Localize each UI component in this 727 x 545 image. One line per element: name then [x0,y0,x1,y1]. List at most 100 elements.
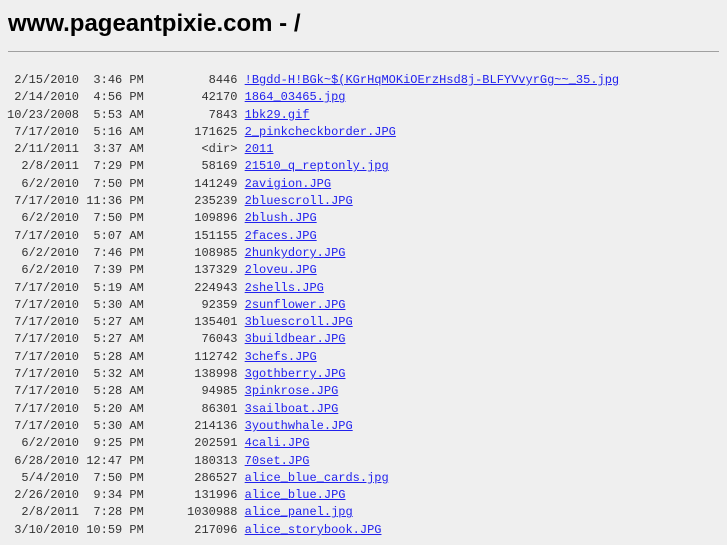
entry-time: 5:27 AM [86,332,144,347]
entry-date: 2/26/2010 [7,488,80,503]
entry-link[interactable]: 4cali.JPG [245,436,310,450]
entry-date: 2/15/2010 [7,73,80,87]
entry-date: 7/17/2010 [7,194,80,209]
entry-size: 141249 [151,176,238,191]
list-item: 6/2/2010 7:39 PM 137329 2loveu.JPG [7,262,619,279]
entry-link[interactable]: 21510_q_reptonly.jpg [245,159,389,173]
entry-time: 5:30 AM [86,297,144,312]
entry-link[interactable]: 3pinkrose.JPG [245,384,339,398]
list-item: 7/17/2010 5:30 AM 92359 2sunflower.JPG [7,297,619,314]
entry-link[interactable]: 2blush.JPG [245,211,317,225]
entry-time: 7:50 PM [86,470,144,485]
divider [8,51,719,52]
entry-size: 92359 [151,297,238,312]
entry-size: 180313 [151,453,238,468]
entry-size: 86301 [151,401,238,416]
entry-size: 137329 [151,263,238,278]
entry-link[interactable]: 70set.JPG [245,454,310,468]
entry-size: 112742 [151,349,238,364]
entry-date: 2/11/2011 [7,142,80,157]
entry-time: 7:50 PM [86,211,144,226]
entry-size: 224943 [151,280,238,295]
entry-size: 202591 [151,436,238,451]
entry-time: 5:28 AM [86,349,144,364]
entry-size: 76043 [151,332,238,347]
entry-link[interactable]: 3buildbear.JPG [245,332,346,346]
entry-date: 6/2/2010 [7,211,80,226]
entry-date: 6/28/2010 [7,453,80,468]
entry-link[interactable]: 3sailboat.JPG [245,402,339,416]
entry-date: 6/2/2010 [7,263,80,278]
list-item: 2/15/2010 3:46 PM 8446 !Bgdd-H!BGk~$(KGr… [7,72,619,89]
entry-date: 7/17/2010 [7,315,80,330]
entry-time: 10:59 PM [86,522,144,537]
entry-link[interactable]: 2011 [245,142,274,156]
entry-size: 58169 [151,159,238,174]
entry-time: 5:32 AM [86,367,144,382]
entry-date: 7/17/2010 [7,349,80,364]
entry-date: 6/2/2010 [7,245,80,260]
entry-link[interactable]: 2faces.JPG [245,229,317,243]
entry-link[interactable]: alice_blue_cards.jpg [245,471,389,485]
entry-link[interactable]: 3gothberry.JPG [245,367,346,381]
list-item: 6/2/2010 7:46 PM 108985 2hunkydory.JPG [7,245,619,262]
entry-link[interactable]: 2sunflower.JPG [245,298,346,312]
entry-link[interactable]: alice_blue.JPG [245,488,346,502]
entry-time: 7:46 PM [86,245,144,260]
entry-time: 4:56 PM [86,90,144,105]
entry-date: 6/2/2010 [7,176,80,191]
entry-link[interactable]: 2bluescroll.JPG [245,194,353,208]
entry-size: 7843 [151,107,238,122]
entry-size: 151155 [151,228,238,243]
entry-date: 7/17/2010 [7,332,80,347]
entry-date: 2/14/2010 [7,90,80,105]
entry-link[interactable]: 3chefs.JPG [245,350,317,364]
entry-time: 7:50 PM [86,176,144,191]
entry-time: 12:47 PM [86,453,144,468]
entry-link[interactable]: 2hunkydory.JPG [245,246,346,260]
entry-size: 135401 [151,315,238,330]
entry-time: 5:16 AM [86,124,144,139]
list-item: 6/2/2010 7:50 PM 109896 2blush.JPG [7,210,619,227]
entry-link[interactable]: 2shells.JPG [245,281,324,295]
page-title: www.pageantpixie.com - / [8,10,301,37]
entry-link[interactable]: 1864_03465.jpg [245,90,346,104]
entry-link[interactable]: !Bgdd-H!BGk~$(KGrHqMOKiOErzHsd8j-BLFYVvy… [245,73,619,87]
entry-size: 286527 [151,470,238,485]
entry-date: 6/2/2010 [7,436,80,451]
list-item: 2/14/2010 4:56 PM 42170 1864_03465.jpg [7,89,619,106]
entry-date: 7/17/2010 [7,280,80,295]
entry-date: 7/17/2010 [7,367,80,382]
entry-size: 214136 [151,418,238,433]
list-item: 7/17/2010 5:30 AM 214136 3youthwhale.JPG [7,418,619,435]
entry-time: 7:39 PM [86,263,144,278]
entry-link[interactable]: 3bluescroll.JPG [245,315,353,329]
entry-time: 9:34 PM [86,488,144,503]
list-item: 7/17/2010 5:32 AM 138998 3gothberry.JPG [7,366,619,383]
entry-link[interactable]: 2avigion.JPG [245,177,331,191]
entry-time: 5:20 AM [86,401,144,416]
entry-time: 7:28 PM [86,505,144,520]
list-item: 2/11/2011 3:37 AM <dir> 2011 [7,141,619,158]
list-item: 6/2/2010 7:50 PM 141249 2avigion.JPG [7,176,619,193]
list-item: 7/17/2010 5:28 AM 112742 3chefs.JPG [7,349,619,366]
entry-date: 7/17/2010 [7,418,80,433]
entry-time: 3:46 PM [86,73,144,87]
entry-link[interactable]: alice_panel.jpg [245,505,353,519]
entry-link[interactable]: 2_pinkcheckborder.JPG [245,125,396,139]
list-item: 3/10/2010 10:59 PM 217096 alice_storyboo… [7,522,619,539]
entry-time: 7:29 PM [86,159,144,174]
entry-link[interactable]: 1bk29.gif [245,108,310,122]
list-item: 5/4/2010 7:50 PM 286527 alice_blue_cards… [7,470,619,487]
list-item: 6/28/2010 12:47 PM 180313 70set.JPG [7,453,619,470]
list-item: 2/8/2011 7:28 PM 1030988 alice_panel.jpg [7,504,619,521]
entry-link[interactable]: 3youthwhale.JPG [245,419,353,433]
list-item: 2/8/2011 7:29 PM 58169 21510_q_reptonly.… [7,158,619,175]
entry-size: 94985 [151,384,238,399]
list-item: 7/17/2010 5:19 AM 224943 2shells.JPG [7,280,619,297]
entry-link[interactable]: alice_storybook.JPG [245,523,382,537]
entry-time: 5:28 AM [86,384,144,399]
entry-time: 5:07 AM [86,228,144,243]
entry-link[interactable]: 2loveu.JPG [245,263,317,277]
entry-date: 2/8/2011 [7,159,80,174]
